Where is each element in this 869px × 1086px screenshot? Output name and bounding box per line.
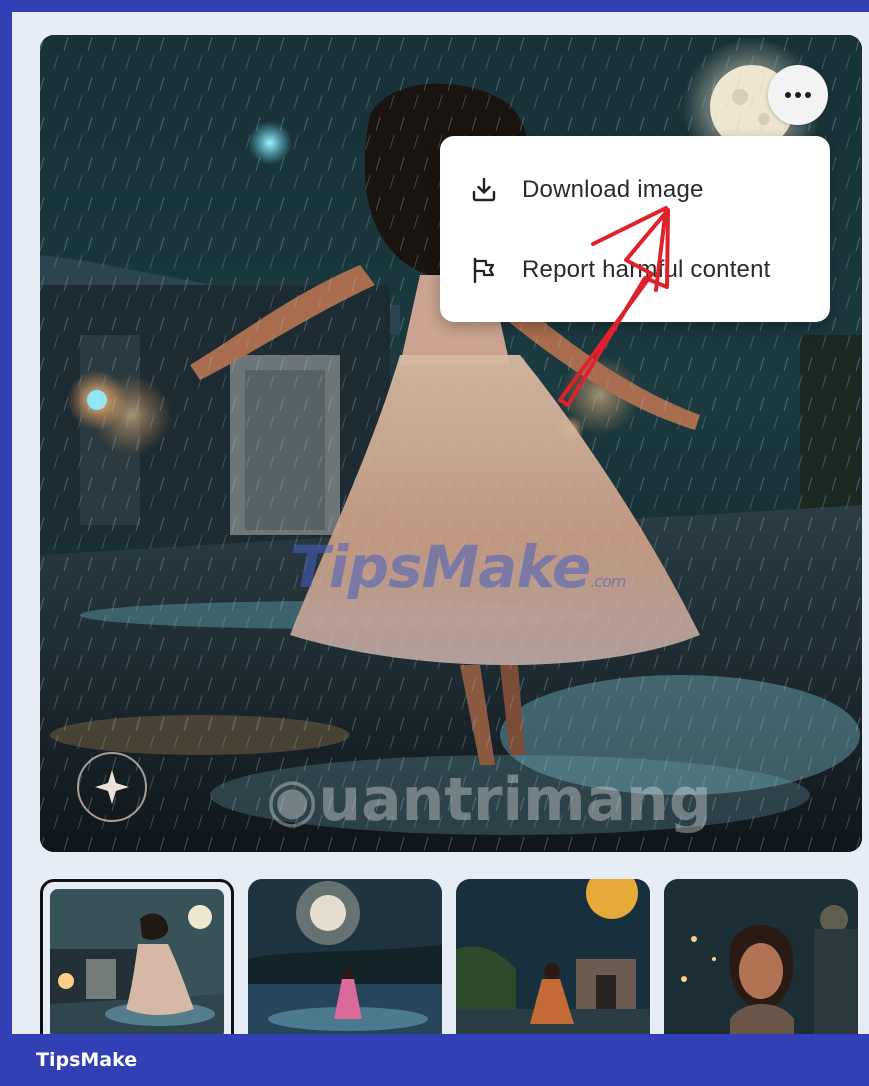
report-content-label: Report harmful content — [522, 256, 771, 283]
thumbnail-2-image — [248, 879, 442, 1034]
more-horizontal-icon — [785, 92, 811, 98]
thumbnail-2[interactable] — [248, 879, 442, 1034]
download-icon — [470, 176, 498, 204]
thumbnail-4-image — [664, 879, 858, 1034]
image-options-menu: Download image Report harmful content — [440, 136, 830, 322]
image-viewer: TipsMake.com ◉uantrimang Download image — [12, 12, 869, 1034]
thumbnail-strip — [40, 879, 869, 1034]
more-options-button[interactable] — [768, 65, 828, 125]
download-image-menu-item[interactable]: Download image — [440, 150, 830, 230]
report-content-menu-item[interactable]: Report harmful content — [440, 230, 830, 310]
thumbnail-4[interactable] — [664, 879, 858, 1034]
thumbnail-3[interactable] — [456, 879, 650, 1034]
footer-brand-label: TipsMake — [36, 1049, 138, 1071]
download-image-label: Download image — [522, 176, 704, 203]
thumbnail-3-image — [456, 879, 650, 1034]
thumbnail-1[interactable] — [40, 879, 234, 1034]
thumbnail-1-image — [50, 889, 224, 1034]
flag-icon — [470, 256, 498, 284]
